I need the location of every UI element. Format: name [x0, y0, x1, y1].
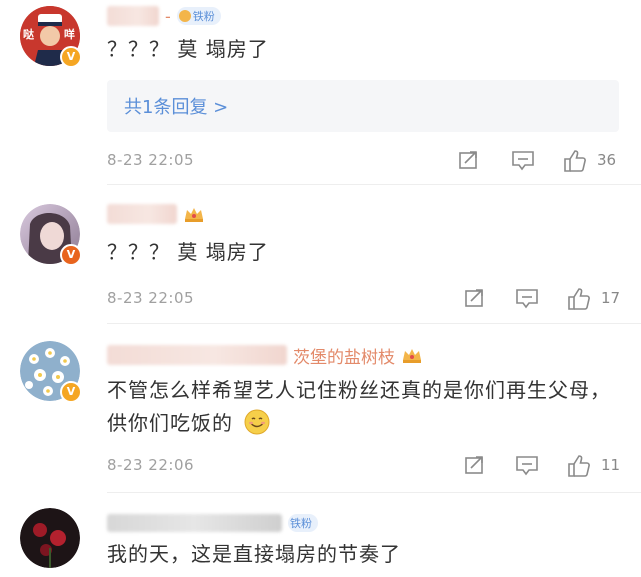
timestamp: 8-23 22:05	[107, 289, 195, 307]
avatar-image	[20, 508, 80, 568]
comment-icon	[516, 289, 538, 309]
username-visible[interactable]: 茨堡的盐树枝	[293, 343, 395, 368]
avatar[interactable]: V	[20, 341, 82, 403]
verified-v-icon: V	[60, 244, 82, 266]
comment-icon	[516, 456, 538, 476]
username-redacted[interactable]	[107, 514, 282, 532]
username-redacted[interactable]	[107, 204, 177, 224]
comment-text: ？？？ 莫 塌房了	[107, 37, 269, 61]
comment-text-body: 不管怎么样希望艺人记住粉丝还真的是你们再生父母，供你们吃饭的	[107, 378, 611, 435]
verified-v-icon: V	[60, 381, 82, 403]
crown-icon	[183, 205, 205, 223]
username-redacted[interactable]	[107, 345, 287, 365]
avatar-text-right: 咩	[64, 27, 75, 41]
comment-meta: 8-23 22:05 36	[107, 148, 622, 174]
username-row[interactable]: 铁粉	[107, 511, 318, 535]
like-count: 36	[597, 151, 617, 169]
repost-icon	[465, 456, 483, 474]
like-icon	[568, 455, 590, 477]
comment-meta: 8-23 22:06 11	[107, 453, 622, 479]
crown-icon	[178, 10, 191, 22]
name-separator: -	[165, 6, 171, 26]
comment-text: 我的天，这是直接塌房的节奏了	[107, 542, 401, 566]
username-row[interactable]: - 铁粉	[107, 4, 221, 28]
repost-icon	[465, 289, 483, 307]
divider	[107, 323, 641, 324]
comment-icon	[512, 151, 534, 171]
avatar[interactable]: V	[20, 204, 82, 266]
smile-emoji	[244, 409, 270, 435]
like-icon	[564, 150, 586, 172]
divider	[107, 184, 641, 185]
fan-badge: 铁粉	[288, 514, 318, 532]
fan-badge: 铁粉	[176, 7, 221, 25]
comment-text: 不管怎么样希望艺人记住粉丝还真的是你们再生父母，供你们吃饭的	[107, 374, 617, 440]
repost-button[interactable]	[463, 286, 487, 312]
repost-icon	[459, 151, 477, 169]
like-button[interactable]	[566, 286, 592, 312]
avatar[interactable]	[20, 508, 80, 568]
comment-button[interactable]	[510, 148, 536, 174]
username-redacted[interactable]	[107, 6, 159, 26]
avatar[interactable]: 哒 咩 V	[20, 6, 82, 68]
comment-meta: 8-23 22:05 17	[107, 286, 622, 312]
repost-button[interactable]	[457, 148, 481, 174]
repost-button[interactable]	[463, 453, 487, 479]
reply-box[interactable]: 共1条回复 >	[107, 80, 619, 132]
comment-text: ？？？ 莫 塌房了	[107, 240, 269, 264]
fan-badge-label: 铁粉	[290, 517, 312, 530]
like-button[interactable]	[566, 453, 592, 479]
like-count: 17	[601, 289, 621, 307]
view-replies-link[interactable]: 共1条回复 >	[124, 93, 228, 119]
crown-icon	[401, 346, 423, 364]
like-count: 11	[601, 456, 621, 474]
verified-v-icon: V	[60, 46, 82, 68]
username-row[interactable]: 茨堡的盐树枝	[107, 343, 423, 368]
like-icon	[568, 288, 590, 310]
avatar-text-left: 哒	[23, 27, 34, 41]
username-row[interactable]	[107, 202, 205, 226]
fan-badge-label: 铁粉	[192, 10, 215, 23]
like-button[interactable]	[562, 148, 588, 174]
comment-button[interactable]	[514, 453, 540, 479]
timestamp: 8-23 22:06	[107, 456, 195, 474]
timestamp: 8-23 22:05	[107, 151, 195, 169]
divider	[107, 492, 641, 493]
comment-button[interactable]	[514, 286, 540, 312]
